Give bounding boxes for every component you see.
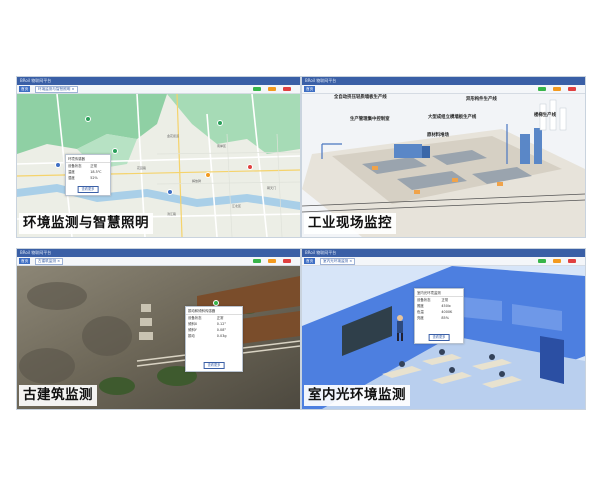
area-label: 生产管理集中控制室 <box>350 117 390 122</box>
toolbar: 首页 室内光环境监测 × <box>302 257 585 266</box>
popup-row: 亮度 85% <box>417 316 449 320</box>
map-label: 江北区 <box>232 204 242 208</box>
map-label: 滨江路 <box>167 212 177 216</box>
marker-sensor-icon[interactable] <box>217 120 223 126</box>
marker-sensor-icon[interactable] <box>112 148 118 154</box>
popup-title: 室内光环境监测 <box>415 289 463 297</box>
area-label: 大型成组立模墙板生产线 <box>428 115 477 120</box>
panel-ancient-building: BRoil 物联网平台 首页 古建筑监测 × 振动和倾斜传感器 设备状态 正常 … <box>16 248 301 410</box>
status-online-icon <box>538 259 546 263</box>
map-label: 金花街道 <box>167 134 180 138</box>
status-online-icon <box>253 87 261 91</box>
sensor-popup: 室内光环境监测 设备状态 正常 照度 450lx 色温 4000K 亮度 85% 查看更… <box>414 288 464 344</box>
popup-more-button[interactable]: 查看更多 <box>203 362 225 369</box>
popup-title: 环境传感器 <box>66 155 110 163</box>
area-label: 异形构件生产线 <box>466 97 497 102</box>
tab-home[interactable]: 首页 <box>19 258 31 264</box>
panel-caption: 古建筑监测 <box>19 385 97 406</box>
tab-indoor-light[interactable]: 室内光环境监测 × <box>320 258 356 265</box>
app-title: BRoil 物联网平台 <box>302 249 585 257</box>
panel-environment-lighting: BRoil 物联网平台 首页 环境监测与智慧照明 × 金花街道 南岸区 花园路 … <box>16 76 301 238</box>
toolbar: 首页 古建筑监测 × <box>17 257 300 266</box>
status-alarm-icon <box>283 259 291 263</box>
popup-more-button[interactable]: 查看更多 <box>428 334 450 341</box>
area-label: 原材料堆场 <box>427 133 449 138</box>
status-online-icon <box>253 259 261 263</box>
panel-caption: 室内光环境监测 <box>304 385 410 406</box>
tab-home[interactable]: 首页 <box>19 86 31 92</box>
status-online-icon <box>538 87 546 91</box>
status-alarm-icon <box>283 87 291 91</box>
status-offline-icon <box>268 259 276 263</box>
popup-row: 振动 0.03g <box>188 334 227 338</box>
tab-ancient-building[interactable]: 古建筑监测 × <box>35 258 64 265</box>
marker-alarm-icon[interactable] <box>247 164 253 170</box>
app-title: BRoil 物联网平台 <box>17 249 300 257</box>
panel-industrial-site: BRoil 物联网平台 首页 全自动挤压轻质墙板生产线 生产管理集中控制室 原材… <box>301 76 586 238</box>
status-alarm-icon <box>568 87 576 91</box>
map-label: 朝天门 <box>267 186 277 190</box>
status-offline-icon <box>553 259 561 263</box>
tab-environment[interactable]: 环境监测与智慧照明 × <box>35 86 78 93</box>
panel-indoor-light: BRoil 物联网平台 首页 室内光环境监测 × 室内光环境监测 设备状态 正常… <box>301 248 586 410</box>
app-title: BRoil 物联网平台 <box>302 77 585 85</box>
panel-caption: 环境监测与智慧照明 <box>19 213 153 234</box>
marker-light-icon[interactable] <box>55 162 61 168</box>
status-offline-icon <box>553 87 561 91</box>
app-title: BRoil 物联网平台 <box>17 77 300 85</box>
status-alarm-icon <box>568 259 576 263</box>
toolbar: 首页 <box>302 85 585 94</box>
map-label: 解放碑 <box>192 179 202 183</box>
status-offline-icon <box>268 87 276 91</box>
area-label: 楼梯生产线 <box>534 113 556 118</box>
popup-more-button[interactable]: 查看更多 <box>77 186 99 193</box>
map-label: 花园路 <box>137 166 147 170</box>
area-label: 全自动挤压轻质墙板生产线 <box>334 95 387 100</box>
sensor-popup: 环境传感器 设备状态 正常 温度 18.5℃ 湿度 52% 查看更多 <box>65 154 111 196</box>
popup-title: 振动和倾斜传感器 <box>186 307 242 315</box>
panel-caption: 工业现场监控 <box>304 213 396 234</box>
tab-home[interactable]: 首页 <box>304 258 316 264</box>
marker-light-icon[interactable] <box>205 172 211 178</box>
toolbar: 首页 环境监测与智慧照明 × <box>17 85 300 94</box>
marker-light-icon[interactable] <box>167 189 173 195</box>
popup-row: 湿度 52% <box>68 176 98 180</box>
map-label: 南岸区 <box>217 144 227 148</box>
marker-park-icon[interactable] <box>85 116 91 122</box>
tab-home[interactable]: 首页 <box>304 86 316 92</box>
sensor-popup: 振动和倾斜传感器 设备状态 正常 倾斜X 0.12° 倾斜Y 0.08° 振动 0.03… <box>185 306 243 372</box>
